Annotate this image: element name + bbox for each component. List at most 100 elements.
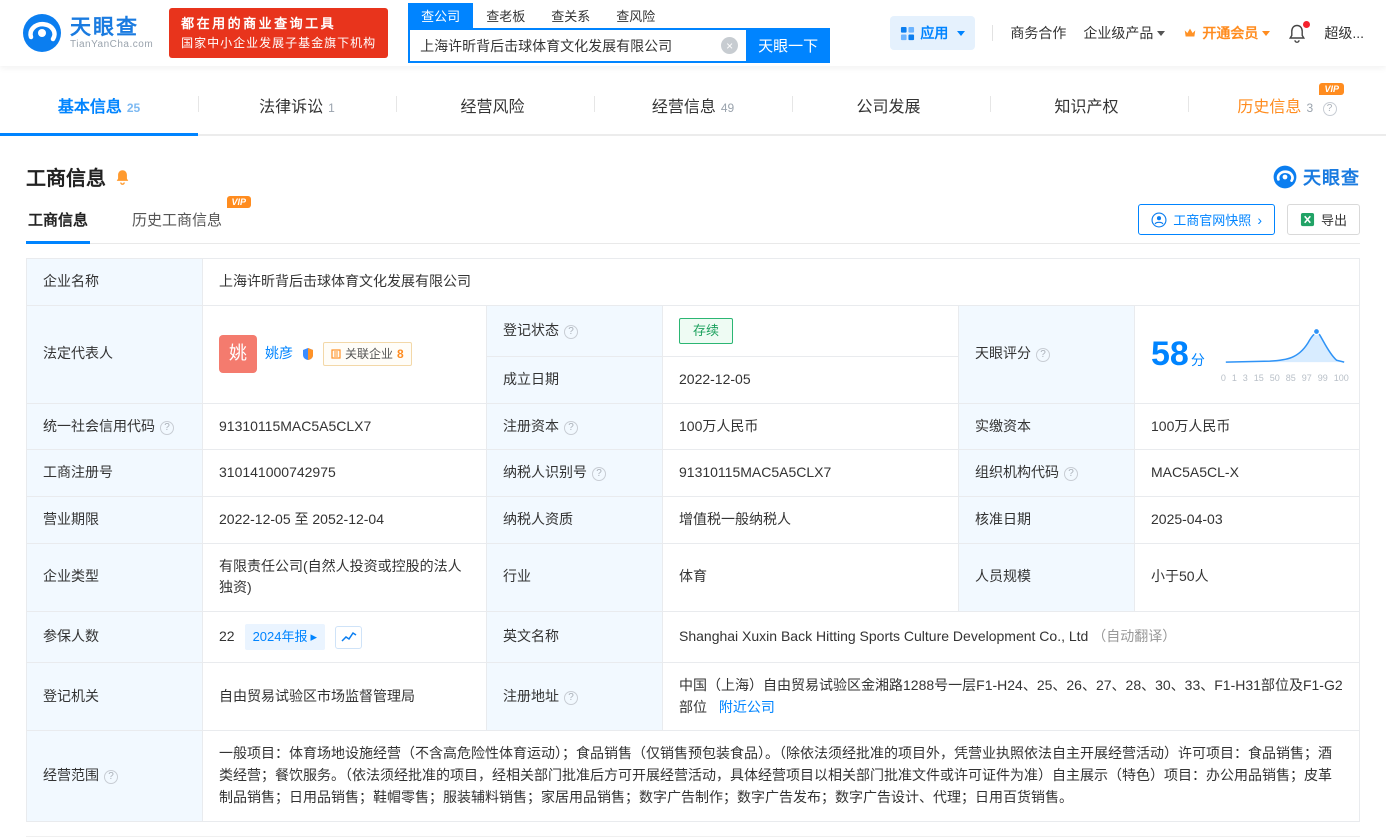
section-header: 工商信息 天眼查 [26,162,1360,191]
logo-cn-text: 天眼查 [70,15,139,39]
tab-operational-risk[interactable]: 经营风险 [396,78,594,134]
caret-down-icon [957,30,966,36]
english-name-value: Shanghai Xuxin Back Hitting Sports Cultu… [679,628,1089,645]
search-tab-risk[interactable]: 查风险 [603,3,668,28]
notifications-bell[interactable] [1287,20,1311,44]
search-tab-relation[interactable]: 查关系 [538,3,603,28]
export-button[interactable]: 导出 [1286,204,1360,235]
insured-cell: 22 2024年报 ▸ [202,610,487,664]
tianyan-score-cell: 58 分 0 1 3 15 50 85 97 99 100 [1134,304,1360,404]
question-icon[interactable]: ? [1322,102,1337,116]
divider [26,835,1360,837]
vip-badge: VIP [1319,83,1344,95]
field-label: 企业类型 [26,542,203,612]
apps-label: 应用 [920,25,949,41]
score-axis-labels: 0 1 3 15 50 85 97 99 100 [1220,372,1349,383]
tianyancha-watermark: 天眼查 [1273,164,1360,190]
question-icon[interactable]: ? [564,324,578,339]
tab-intellectual-property[interactable]: 知识产权 [990,78,1188,134]
search-tab-boss[interactable]: 查老板 [473,3,538,28]
field-label: 参保人数 [26,610,203,664]
registered-address-cell: 中国（上海）自由贸易试验区金湘路1288号一层F1-H24、25、26、27、2… [662,662,1360,732]
chevron-right-icon: › [1257,211,1262,228]
field-label: 经营范围? [26,730,203,822]
field-label: 英文名称 [486,610,663,664]
question-icon[interactable]: ? [564,690,578,705]
tab-history-info[interactable]: VIP 历史信息 3 ? [1188,78,1386,134]
company-info-table: 企业名称 上海许昕背后击球体育文化发展有限公司 法定代表人 姚 姚彦 关联企业 … [26,258,1360,822]
section-title: 工商信息 [26,168,106,190]
question-icon[interactable]: ? [592,467,606,482]
search-area: 查公司 查老板 查关系 查风险 × 天眼一下 [408,3,831,63]
tab-legal-proceedings[interactable]: 法律诉讼 1 [198,78,396,134]
score-value: 58 分 [1151,334,1205,373]
company-section-tabs: 基本信息 25 法律诉讼 1 经营风险 经营信息 49 公司发展 知识产权 VIP 历… [0,78,1386,136]
promo-banner[interactable]: 都在用的商业查询工具 国家中小企业发展子基金旗下机构 [169,8,389,58]
crown-icon [1185,28,1196,37]
credit-code-value: 91310115MAC5A5CLX7 [202,402,487,451]
nav-super-vip[interactable]: 超级... [1324,23,1364,43]
score-distribution-chart: 0 1 3 15 50 85 97 99 100 [1221,322,1349,386]
annual-report-link[interactable]: 2024年报 ▸ [244,623,326,651]
question-icon[interactable]: ? [1036,348,1050,363]
person-circle-icon [1151,211,1167,228]
nav-business-cooperation[interactable]: 商务合作 [1010,23,1066,43]
building-icon [331,349,341,359]
question-icon[interactable]: ? [564,420,578,435]
established-date-value: 2022-12-05 [662,355,959,404]
official-snapshot-button[interactable]: 工商官网快照 › [1138,204,1275,235]
top-header: 天眼查 TianYanCha.com 都在用的商业查询工具 国家中小企业发展子基… [0,0,1386,66]
legal-rep-link[interactable]: 姚彦 [265,343,293,365]
field-label: 登记状态? [486,304,663,357]
promo-line2: 国家中小企业发展子基金旗下机构 [181,35,377,50]
registration-status-cell: 存续 [662,304,959,357]
search-tab-company[interactable]: 查公司 [408,3,474,28]
notification-dot [1303,20,1311,28]
taxpayer-id-value: 91310115MAC5A5CLX7 [662,449,959,497]
field-label: 纳税人识别号? [486,449,663,497]
tab-basic-info[interactable]: 基本信息 25 [0,78,198,136]
question-icon[interactable]: ? [160,420,174,435]
row-regnum-tax: 工商注册号 310141000742975 纳税人识别号? 91310115MA… [26,449,1360,497]
nav-open-membership[interactable]: 开通会员 [1182,23,1271,43]
subtab-business-registration[interactable]: 工商信息 [26,197,91,244]
excel-icon [1300,212,1315,227]
registration-number-value: 310141000742975 [202,449,487,497]
subtab-history-registration[interactable]: VIP 历史工商信息 [130,196,252,243]
caret-down-icon [1157,30,1166,36]
tab-company-development[interactable]: 公司发展 [792,78,990,134]
approval-date-value: 2025-04-03 [1134,495,1360,544]
field-label: 人员规模 [958,542,1135,612]
nav-enterprise-products[interactable]: 企业级产品 [1083,23,1166,43]
tab-business-info[interactable]: 经营信息 49 [594,78,792,134]
apps-menu-button[interactable]: 应用 [890,16,976,50]
nearby-companies-link[interactable]: 附近公司 [719,699,775,715]
question-icon[interactable]: ? [104,770,118,785]
field-label: 注册地址? [486,662,663,732]
question-icon[interactable]: ? [1064,467,1078,482]
header-nav: 应用 商务合作 企业级产品 开通会员 超级... [890,16,1364,50]
avatar[interactable]: 姚 [219,335,257,374]
field-label: 成立日期 [486,355,663,404]
registration-authority-value: 自由贸易试验区市场监督管理局 [202,662,487,732]
registered-address-value: 中国（上海）自由贸易试验区金湘路1288号一层F1-H24、25、26、27、2… [679,677,1343,715]
related-companies-tag[interactable]: 关联企业 8 [323,341,412,367]
row-insured-english: 参保人数 22 2024年报 ▸ 英文名称 Shanghai Xuxin Bac… [26,610,1360,664]
search-input[interactable] [408,28,747,63]
field-label: 统一社会信用代码? [26,402,203,451]
tianyancha-logo[interactable]: 天眼查 TianYanCha.com [22,13,153,53]
insured-count-value: 22 [219,628,235,645]
subscribe-bell-icon[interactable] [114,168,131,186]
search-submit-button[interactable]: 天眼一下 [746,28,831,63]
vip-badge: VIP [226,196,252,208]
field-label: 法定代表人 [26,304,203,404]
graph-badge-icon[interactable] [301,347,315,361]
row-business-scope: 经营范围? 一般项目：体育场地设施经营（不含高危险性体育运动）；食品销售（仅销售… [26,730,1360,822]
row-term-quality: 营业期限 2022-12-05 至 2052-12-04 纳税人资质 增值税一般… [26,495,1360,544]
field-label: 行业 [486,542,663,612]
company-name-value: 上海许昕背后击球体育文化发展有限公司 [202,258,1360,306]
taxpayer-quality-value: 增值税一般纳税人 [662,495,959,544]
divider [992,25,994,41]
trend-chart-button[interactable] [335,625,363,649]
english-name-cell: Shanghai Xuxin Back Hitting Sports Cultu… [662,610,1360,664]
